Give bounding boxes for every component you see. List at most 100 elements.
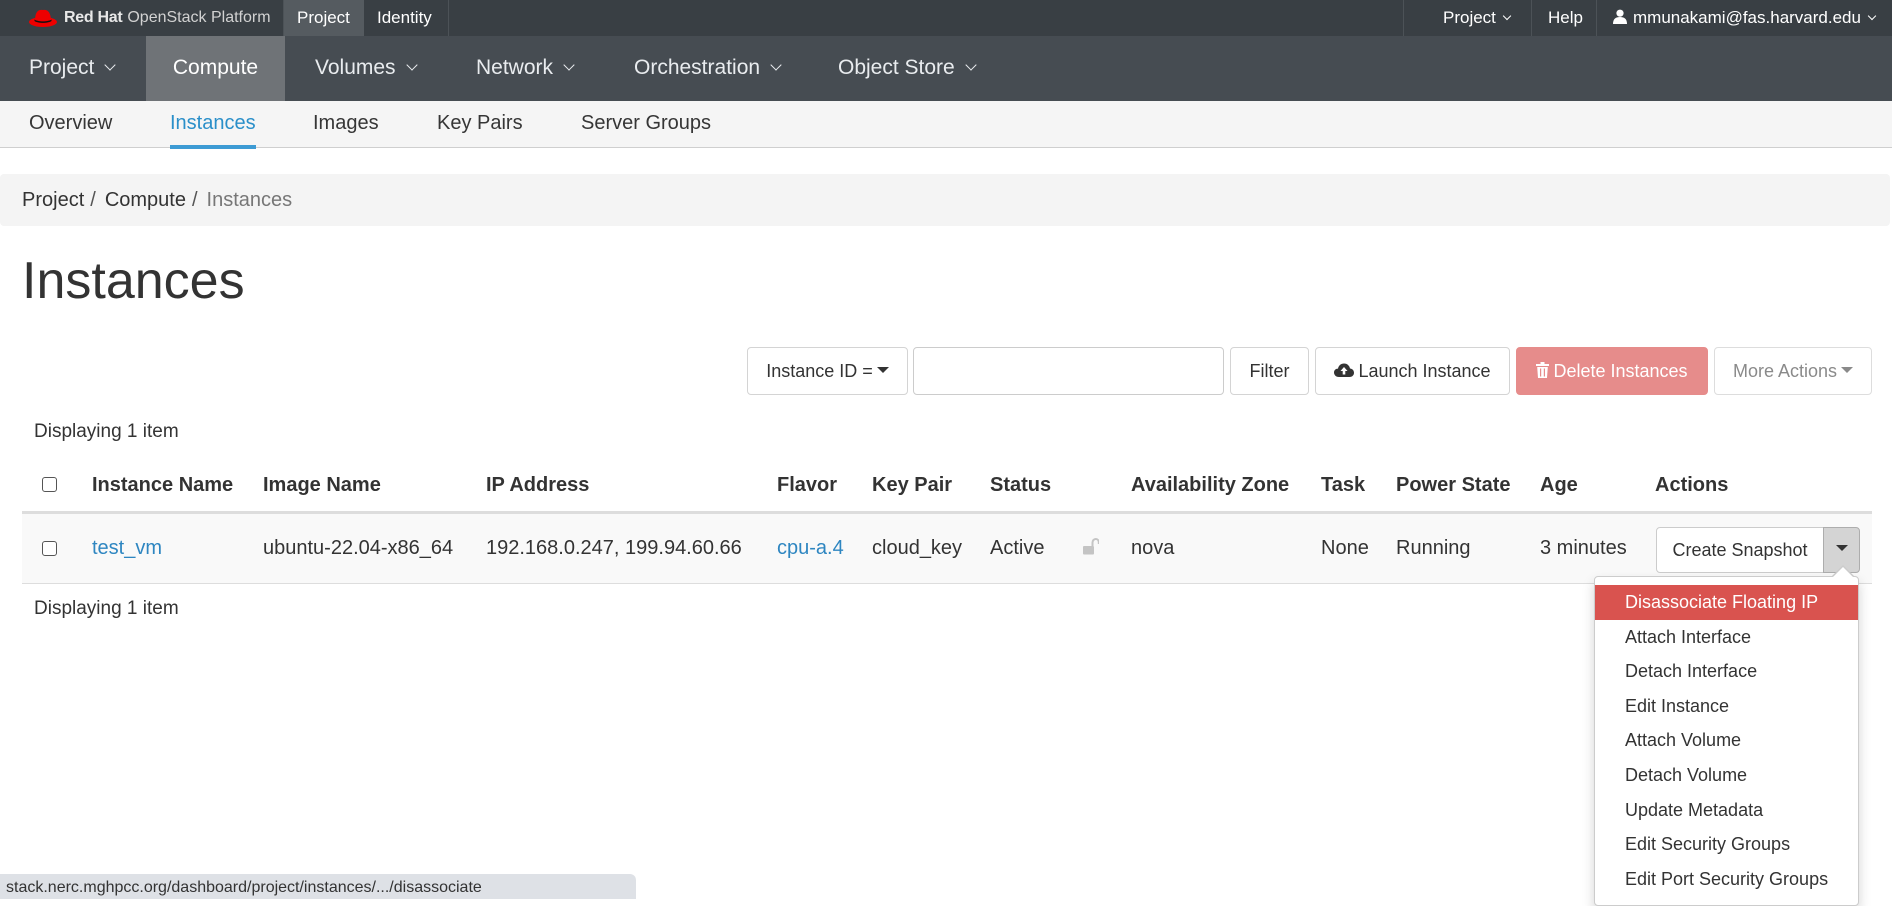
subnav-key-pairs-label: Key Pairs [437, 112, 523, 134]
divider [1403, 0, 1404, 36]
select-all-checkbox[interactable] [42, 477, 57, 492]
chevron-down-icon [965, 59, 977, 71]
menu-detach-volume[interactable]: Detach Volume [1595, 758, 1858, 793]
key-pair-cell: cloud_key [872, 537, 963, 559]
col-age[interactable]: Age [1540, 470, 1578, 500]
nav-volumes[interactable]: Volumes [315, 36, 418, 101]
nav-network-label: Network [476, 56, 554, 79]
flavor-link[interactable]: cpu-a.4 [777, 532, 844, 564]
launch-instance-button[interactable]: Launch Instance [1315, 347, 1510, 395]
user-icon [1613, 9, 1627, 24]
filter-field-label: Instance ID = [766, 361, 873, 381]
nav-object-store-label: Object Store [838, 56, 955, 79]
col-status[interactable]: Status [990, 470, 1051, 500]
filter-input[interactable] [913, 347, 1224, 395]
nav-project[interactable]: Project [29, 36, 117, 101]
menu-attach-interface[interactable]: Attach Interface [1595, 620, 1858, 655]
menu-attach-volume[interactable]: Attach Volume [1595, 723, 1858, 758]
create-snapshot-button[interactable]: Create Snapshot [1656, 527, 1824, 573]
chevron-down-icon [1867, 11, 1877, 21]
subnav-key-pairs[interactable]: Key Pairs [437, 101, 523, 147]
menu-edit-port-security-groups[interactable]: Edit Port Security Groups [1595, 862, 1858, 897]
col-flavor[interactable]: Flavor [777, 470, 837, 500]
subnav-server-groups[interactable]: Server Groups [581, 101, 711, 147]
instance-name-link[interactable]: test_vm [92, 532, 162, 564]
caret-down-icon [1841, 367, 1854, 374]
chevron-down-icon [405, 59, 418, 71]
user-menu[interactable]: mmunakami@fas.harvard.edu [1613, 0, 1877, 36]
nav-orchestration-label: Orchestration [634, 56, 761, 79]
subnav-server-groups-label: Server Groups [581, 112, 712, 134]
project-menu[interactable]: Project [1443, 0, 1512, 36]
col-instance-name[interactable]: Instance Name [92, 470, 233, 500]
top-tab-identity-label: Identity [377, 8, 432, 27]
menu-edit-security-groups[interactable]: Edit Security Groups [1595, 827, 1858, 862]
availability-zone-cell: nova [1131, 537, 1175, 559]
image-name-cell: ubuntu-22.04-x86_64 [263, 537, 454, 559]
nav-compute-label: Compute [172, 56, 259, 79]
subnav-images[interactable]: Images [313, 101, 379, 147]
col-power-state[interactable]: Power State [1396, 470, 1510, 500]
row-checkbox[interactable] [42, 541, 57, 556]
more-actions-button[interactable]: More Actions [1714, 347, 1872, 395]
col-image-name[interactable]: Image Name [263, 470, 381, 500]
help-label: Help [1548, 8, 1583, 27]
displaying-count-bottom: Displaying 1 item [34, 598, 179, 619]
breadcrumb-project[interactable]: Project [22, 189, 84, 211]
help-link[interactable]: Help [1548, 0, 1583, 36]
menu-disassociate-floating-ip[interactable]: Disassociate Floating IP [1595, 585, 1858, 620]
top-tab-project-label: Project [297, 8, 350, 27]
age-cell: 3 minutes [1540, 537, 1627, 559]
sub-nav: Overview Instances Images Key Pairs Serv… [0, 101, 1892, 149]
brand-logo[interactable]: Red Hat OpenStack Platform [28, 5, 271, 31]
browser-status-bar: stack.nerc.mghpcc.org/dashboard/project/… [0, 874, 636, 899]
more-actions-label: More Actions [1732, 361, 1838, 381]
page-title: Instances [22, 252, 245, 310]
displaying-count-top: Displaying 1 item [34, 421, 179, 442]
nav-volumes-label: Volumes [315, 56, 396, 79]
divider [448, 0, 449, 36]
top-tab-project[interactable]: Project [284, 0, 364, 36]
project-menu-label: Project [1443, 8, 1496, 27]
col-ip-address[interactable]: IP Address [486, 470, 589, 500]
subnav-overview[interactable]: Overview [29, 101, 112, 147]
menu-detach-interface[interactable]: Detach Interface [1595, 654, 1858, 689]
brand-redhat: Red Hat [64, 9, 123, 26]
dropdown-pointer-fill [1833, 567, 1853, 577]
col-actions: Actions [1655, 474, 1729, 496]
caret-down-icon [876, 367, 889, 374]
col-availability-zone[interactable]: Availability Zone [1131, 470, 1289, 500]
breadcrumb-instances: Instances [206, 189, 293, 211]
filter-button[interactable]: Filter [1230, 347, 1309, 395]
brand-product: OpenStack Platform [127, 9, 271, 26]
status-cell: Active [990, 537, 1045, 559]
launch-instance-label: Launch Instance [1358, 361, 1491, 381]
chevron-down-icon [563, 59, 575, 71]
caret-down-icon [1835, 544, 1848, 551]
breadcrumb-separator: / [90, 189, 96, 211]
breadcrumb: Project / Compute / Instances [0, 174, 1890, 226]
filter-field-select[interactable]: Instance ID = [747, 347, 908, 395]
main-nav: Project Compute Volumes Network Orchestr… [0, 36, 1892, 101]
col-key-pair[interactable]: Key Pair [872, 470, 952, 500]
delete-instances-button[interactable]: Delete Instances [1516, 347, 1708, 395]
task-cell: None [1321, 537, 1369, 559]
subnav-instances[interactable]: Instances [170, 101, 256, 149]
divider [1596, 0, 1597, 36]
menu-update-metadata[interactable]: Update Metadata [1595, 793, 1858, 828]
nav-network[interactable]: Network [476, 36, 575, 101]
chevron-down-icon [770, 59, 782, 71]
col-task[interactable]: Task [1321, 470, 1365, 500]
menu-edit-instance[interactable]: Edit Instance [1595, 689, 1858, 724]
chevron-down-icon [1502, 11, 1512, 21]
nav-orchestration[interactable]: Orchestration [634, 36, 782, 101]
user-name: mmunakami@fas.harvard.edu [1633, 8, 1861, 27]
breadcrumb-compute[interactable]: Compute [105, 189, 186, 211]
nav-object-store[interactable]: Object Store [838, 36, 977, 101]
top-tab-identity[interactable]: Identity [364, 0, 448, 36]
cloud-upload-icon [1334, 363, 1355, 377]
chevron-down-icon [104, 59, 117, 71]
status-url: stack.nerc.mghpcc.org/dashboard/project/… [6, 879, 482, 896]
subnav-images-label: Images [313, 112, 379, 134]
nav-compute[interactable]: Compute [146, 36, 285, 101]
